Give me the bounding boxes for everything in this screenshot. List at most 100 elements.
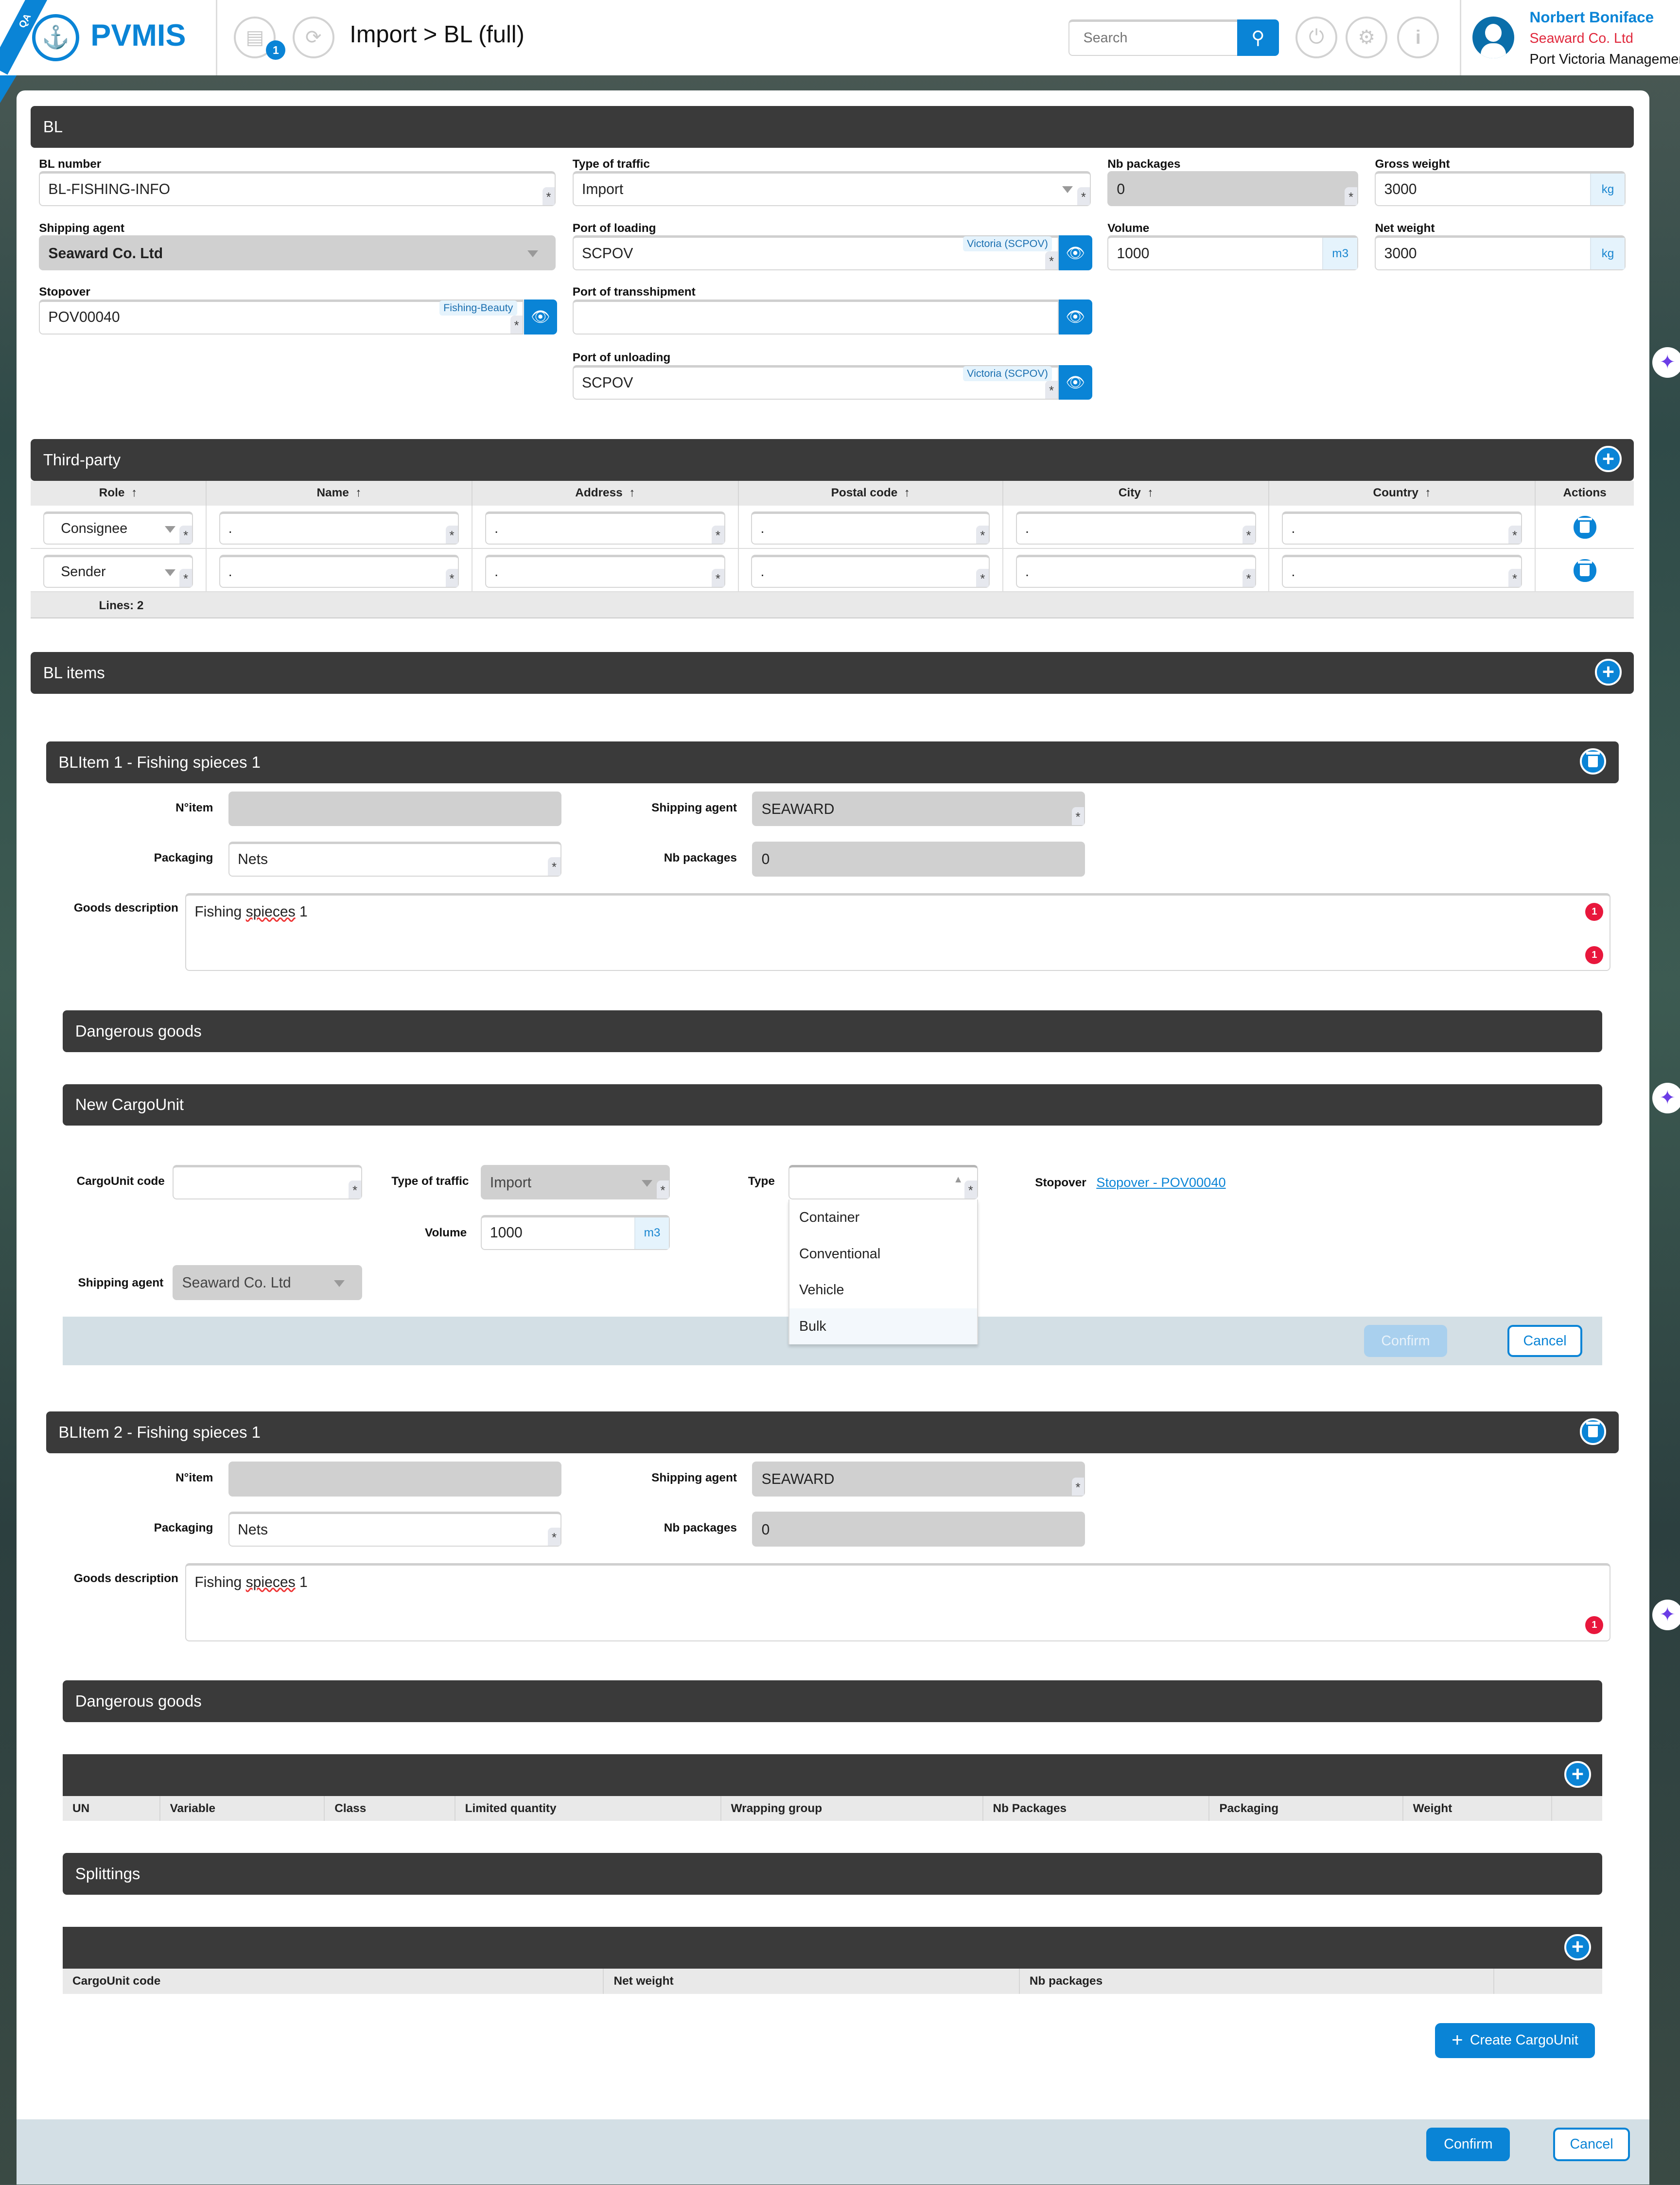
search-input[interactable] (1068, 19, 1239, 56)
power-icon[interactable]: ⏻ (1295, 17, 1338, 59)
net-weight-input[interactable]: 3000 kg (1375, 235, 1626, 270)
goods-description-textarea[interactable]: Fishing spieces 1 (185, 893, 1610, 971)
bl-item-2-header: BLItem 2 - Fishing spieces 1 (46, 1411, 1619, 1453)
dangerous-goods-table-toolbar (62, 1754, 1602, 1796)
nb-packages-label: Nb packages (1107, 157, 1181, 171)
item-shipping-agent-label: Shipping agent (651, 801, 737, 814)
port-of-unloading-label: Port of unloading (572, 351, 671, 365)
add-splitting-button[interactable]: + (1564, 1934, 1591, 1961)
dropdown-option-highlighted[interactable]: Bulk (789, 1308, 977, 1345)
shipping-agent-select[interactable]: Seaward Co. Ltd (39, 235, 556, 270)
city-input[interactable]: . (1015, 511, 1256, 545)
name-input[interactable]: . (219, 554, 459, 588)
sort-asc-icon: ↑ (1425, 486, 1431, 500)
cu-cancel-button[interactable]: Cancel (1507, 1325, 1583, 1357)
col-city[interactable]: City ↑ (1003, 480, 1270, 506)
page-title: Import > BL (full) (350, 21, 525, 48)
stopover-link[interactable]: Stopover - POV00040 (1096, 1175, 1225, 1190)
delete-row-button[interactable] (1572, 557, 1598, 584)
packaging-input[interactable]: Nets (228, 1512, 561, 1547)
name-input[interactable]: . (219, 511, 459, 545)
trash-icon (1578, 517, 1592, 533)
city-input[interactable]: . (1015, 554, 1256, 588)
view-port-of-loading-button[interactable]: 👁 (1058, 235, 1092, 270)
avatar[interactable] (1472, 17, 1514, 59)
country-input[interactable]: . (1282, 554, 1522, 588)
ai-sparkle-icon[interactable]: ✦ (1652, 1599, 1680, 1630)
refresh-icon[interactable]: ⟳ (292, 17, 334, 59)
ai-sparkle-icon[interactable]: ✦ (1652, 1082, 1680, 1113)
ai-sparkle-icon[interactable]: ✦ (1652, 347, 1680, 378)
gross-weight-label: Gross weight (1375, 157, 1450, 171)
address-input[interactable]: . (485, 511, 725, 545)
address-input[interactable]: . (485, 554, 725, 588)
item-nb-packages-label: Nb packages (664, 1521, 737, 1535)
add-bl-item-button[interactable]: + (1595, 659, 1622, 686)
cu-type-of-traffic-label: Type of traffic (391, 1174, 469, 1188)
net-weight-label: Net weight (1375, 221, 1435, 235)
col-role[interactable]: Role ↑ (31, 480, 207, 506)
dropdown-option[interactable]: Vehicle (789, 1272, 977, 1308)
col-wrapping-group: Wrapping group (721, 1796, 983, 1821)
postal-code-input[interactable]: . (751, 511, 990, 545)
cu-type-select[interactable]: ▲ (788, 1164, 978, 1200)
role-select[interactable]: Consignee (43, 511, 193, 545)
postal-code-input[interactable]: . (751, 554, 990, 588)
unit-m3: m3 (1322, 238, 1358, 269)
stopover-input[interactable]: POV00040 Fishing-Beauty (39, 300, 524, 335)
info-icon[interactable]: i (1397, 17, 1439, 59)
col-net-weight: Net weight (604, 1969, 1020, 1994)
packaging-input[interactable]: Nets (228, 841, 561, 877)
create-cargo-unit-button[interactable]: + Create CargoUnit (1435, 2023, 1595, 2058)
section-new-cargo-unit: New CargoUnit (62, 1084, 1602, 1126)
col-cargo-unit-code: CargoUnit code (62, 1969, 604, 1994)
dropdown-option[interactable]: Conventional (789, 1236, 977, 1272)
gross-weight-input[interactable]: 3000 kg (1375, 171, 1626, 207)
cargo-unit-code-input[interactable] (173, 1164, 363, 1200)
cu-volume-input[interactable]: 1000 m3 (480, 1215, 670, 1250)
goods-description-textarea[interactable]: Fishing spieces 1 (185, 1563, 1610, 1641)
cu-confirm-button[interactable]: Confirm (1364, 1325, 1448, 1357)
search-button[interactable]: ⚲ (1237, 19, 1279, 56)
cancel-button[interactable]: Cancel (1553, 2127, 1630, 2161)
port-of-loading-input[interactable]: SCPOV Victoria (SCPOV) (572, 235, 1059, 270)
view-port-of-unloading-button[interactable]: 👁 (1058, 365, 1092, 400)
user-name[interactable]: Norbert Boniface (1530, 8, 1654, 26)
view-port-of-transshipment-button[interactable]: 👁 (1058, 300, 1092, 335)
add-third-party-button[interactable]: + (1595, 446, 1622, 473)
col-address[interactable]: Address ↑ (472, 480, 739, 506)
role-select[interactable]: Sender (43, 554, 193, 588)
view-stopover-button[interactable]: 👁 (524, 300, 558, 335)
type-of-traffic-select[interactable]: Import (572, 171, 1091, 207)
col-country[interactable]: Country ↑ (1269, 480, 1536, 506)
user-company: Seaward Co. Ltd (1529, 31, 1633, 47)
col-name[interactable]: Name ↑ (206, 480, 473, 506)
stopover-value: POV00040 (48, 309, 120, 326)
col-class: Class (325, 1796, 455, 1821)
cu-shipping-agent-label: Shipping agent (78, 1276, 164, 1289)
port-of-unloading-input[interactable]: SCPOV Victoria (SCPOV) (572, 365, 1059, 400)
bl-number-input[interactable]: BL-FISHING-INFO (39, 171, 556, 207)
volume-input[interactable]: 1000 m3 (1107, 235, 1359, 270)
sort-asc-icon: ↑ (904, 486, 910, 500)
col-actions: Actions (1535, 480, 1634, 506)
port-of-transshipment-input[interactable] (572, 300, 1059, 335)
settings-gear-icon[interactable]: ⚙ (1346, 17, 1388, 59)
delete-bl-item-button[interactable] (1579, 748, 1607, 775)
plus-icon: + (1452, 2029, 1463, 2051)
add-dangerous-good-button[interactable]: + (1564, 1761, 1591, 1788)
delete-bl-item-button[interactable] (1579, 1418, 1607, 1445)
section-splittings: Splittings (62, 1853, 1602, 1895)
delete-row-button[interactable] (1572, 514, 1598, 541)
col-postal-code[interactable]: Postal code ↑ (738, 480, 1004, 506)
table-row: Sender . . . . . (31, 549, 1634, 592)
notification-badge: 1 (266, 40, 286, 60)
confirm-button[interactable]: Confirm (1426, 2127, 1510, 2161)
item-shipping-agent-label: Shipping agent (651, 1471, 737, 1485)
dropdown-option[interactable]: Container (789, 1199, 977, 1236)
nitem-input (228, 791, 561, 827)
country-input[interactable]: . (1282, 511, 1522, 545)
sort-asc-icon: ↑ (629, 486, 635, 500)
bl-number-value: BL-FISHING-INFO (48, 181, 171, 197)
trash-icon (1586, 752, 1600, 767)
